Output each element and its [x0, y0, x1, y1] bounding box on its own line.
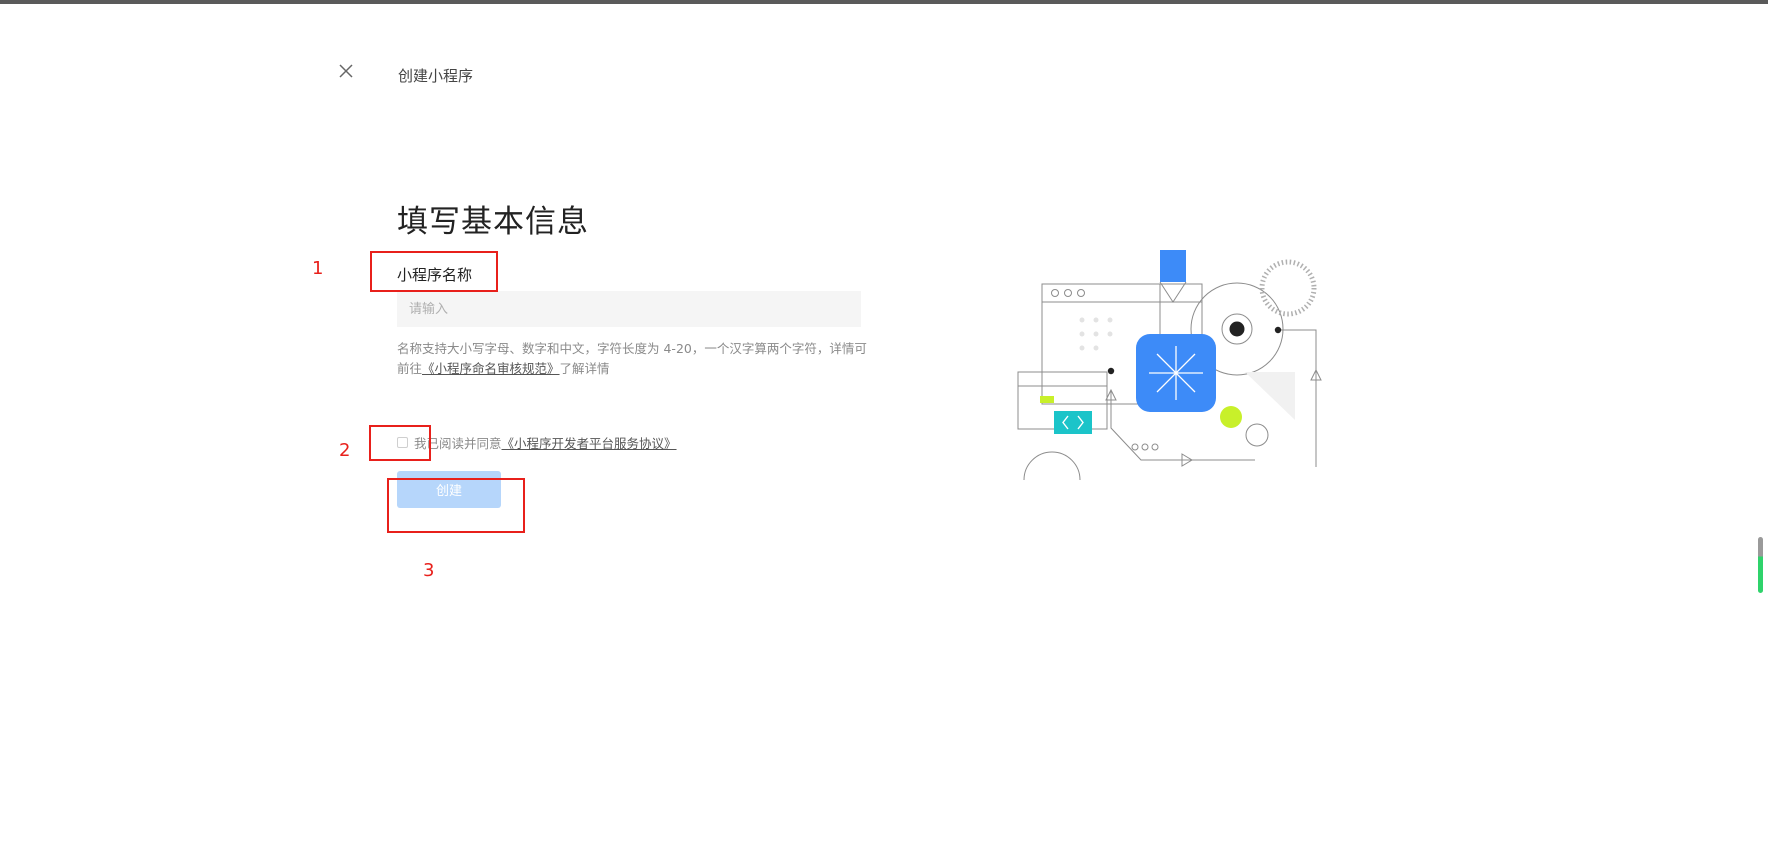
- mini-program-illustration: [1017, 250, 1322, 480]
- naming-rules-link[interactable]: 《小程序命名审核规范》: [422, 361, 560, 376]
- scroll-indicator[interactable]: [1758, 537, 1763, 593]
- annotation-box-2: [369, 425, 431, 461]
- annotation-box-3: [387, 478, 525, 533]
- name-input[interactable]: [397, 291, 861, 327]
- close-icon[interactable]: [337, 62, 355, 80]
- header-title: 创建小程序: [398, 67, 474, 85]
- agreement-row: 我已阅读并同意 《小程序开发者平台服务协议》: [397, 433, 677, 452]
- page-title: 填写基本信息: [397, 204, 589, 240]
- hint-suffix: 了解详情: [559, 361, 610, 376]
- service-agreement-link[interactable]: 《小程序开发者平台服务协议》: [502, 433, 677, 452]
- name-hint: 名称支持大小写字母、数字和中文，字符长度为 4-20，一个汉字算两个字符，详情可…: [397, 339, 867, 379]
- annotation-box-1: [370, 251, 498, 292]
- annotation-label-2: 2: [339, 440, 351, 461]
- window-top-strip: [0, 0, 1768, 4]
- annotation-label-3: 3: [423, 560, 435, 581]
- annotation-label-1: 1: [312, 258, 324, 279]
